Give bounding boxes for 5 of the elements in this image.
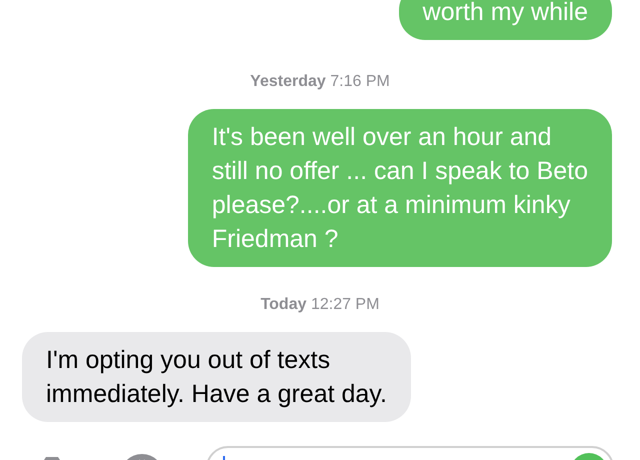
message-timestamp: Today 12:27 PM: [260, 295, 380, 315]
sent-message-bubble: worth my while: [398, 0, 612, 40]
message-timestamp: Yesterday 7:16 PM: [250, 72, 390, 92]
received-message-bubble: I'm opting you out of texts immediately. Have a great day.: [22, 332, 411, 422]
sent-message-bubble: It's been well over an hour and still no offer ... can I speak to Beto please?....or at a minimum kinky Friedman ?: [188, 109, 612, 267]
